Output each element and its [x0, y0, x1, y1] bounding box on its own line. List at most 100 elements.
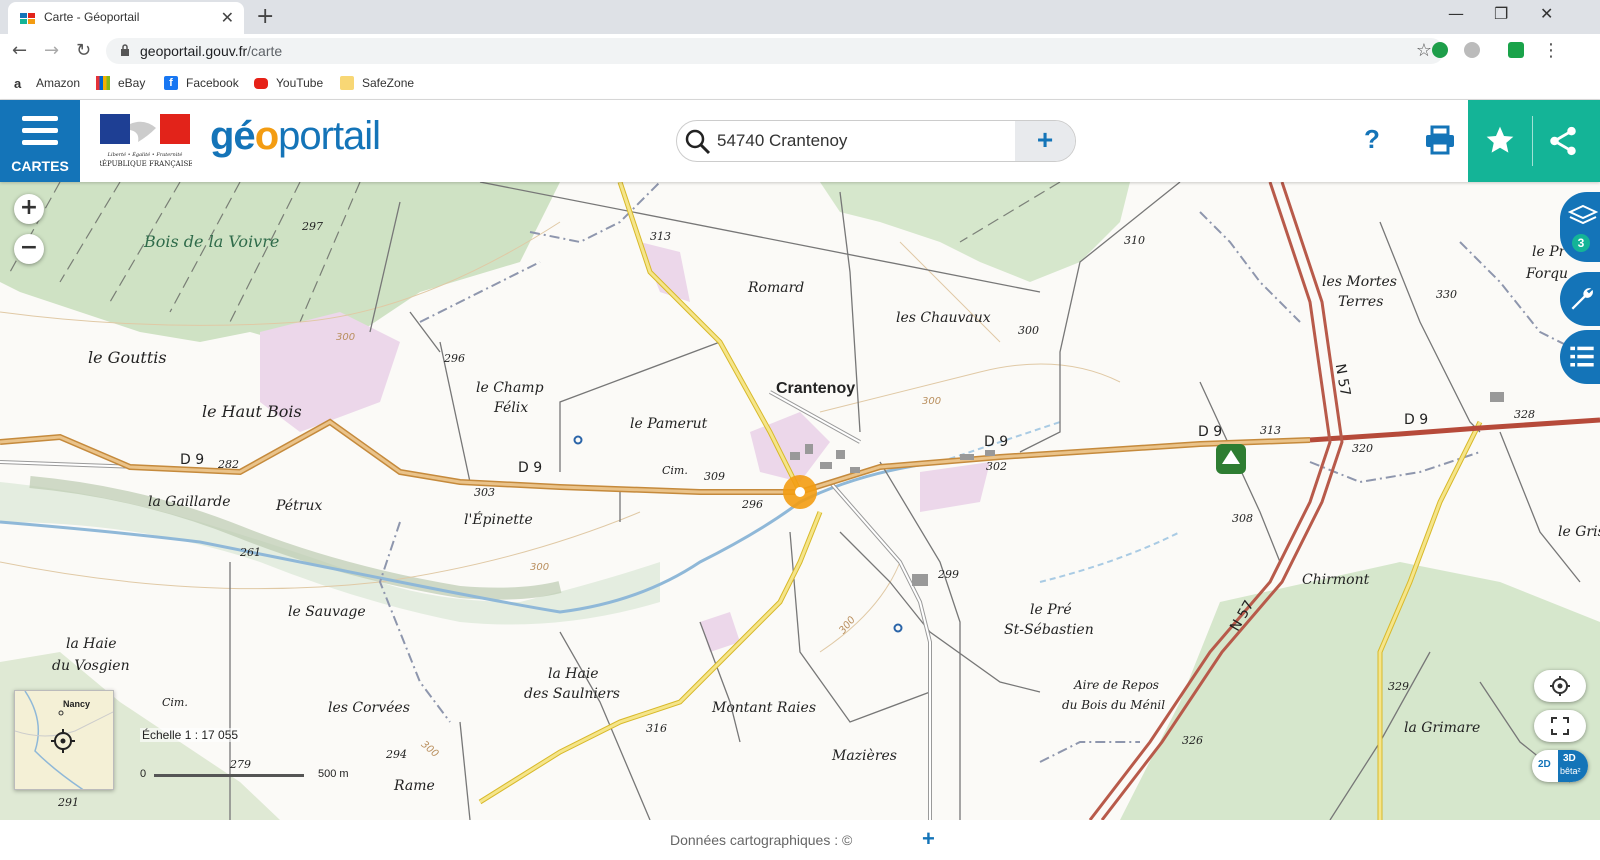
search-input[interactable]	[717, 129, 997, 153]
credits-expand-button[interactable]: +	[922, 826, 935, 852]
new-tab-button[interactable]: +	[256, 4, 274, 29]
place-label: les Chauvaux	[896, 310, 991, 326]
cartes-label: CARTES	[11, 158, 69, 174]
share-icon[interactable]	[1546, 124, 1580, 158]
elevation-label: 302	[986, 460, 1007, 473]
mode-3d-label: 3D	[1563, 753, 1576, 764]
scale-line	[154, 774, 304, 777]
credits-text: Données cartographiques : ©	[670, 832, 853, 848]
forest-area	[820, 182, 1130, 282]
favorites-share-panel	[1468, 100, 1600, 182]
bookmark-safezone[interactable]: SafeZone	[340, 76, 414, 90]
road-label: D 9	[1198, 424, 1223, 440]
place-label: Aire de Repos	[1074, 678, 1159, 692]
overview-minimap[interactable]: Nancy	[14, 690, 114, 790]
bookmark-facebook[interactable]: f Facebook	[164, 76, 239, 90]
republique-francaise-logo: Liberté • Égalité • Fraternité RÉPUBLIQU…	[100, 114, 192, 168]
place-label: l'Épinette	[464, 512, 533, 528]
bookmark-amazon[interactable]: a Amazon	[14, 76, 81, 91]
map-canvas[interactable]: Bois de la Voivre le Gouttis le Haut Boi…	[0, 182, 1600, 820]
elevation-label: 291	[58, 796, 79, 809]
bookmark-label: Facebook	[186, 76, 239, 90]
footer: Données cartographiques : © +	[0, 820, 1600, 860]
help-button[interactable]: ?	[1364, 124, 1380, 155]
bookmark-label: SafeZone	[362, 76, 415, 90]
youtube-icon	[254, 77, 268, 89]
zoom-out-button[interactable]: −	[14, 234, 44, 264]
amazon-icon: a	[14, 76, 22, 91]
reload-icon[interactable]: ↻	[76, 40, 91, 61]
address-bar: ← → ↻ geoportail.gouv.fr/carte ☆ ⋮	[0, 34, 1600, 68]
app-header: CARTES Liberté • Égalité • Fraternité RÉ…	[0, 100, 1600, 182]
cartes-menu-button[interactable]: CARTES	[0, 100, 80, 182]
search-box: +	[676, 120, 1076, 162]
urban-area	[920, 462, 990, 512]
folder-icon	[340, 76, 354, 90]
elevation-label: 320	[1352, 442, 1373, 455]
marianne-motto: Liberté • Égalité • Fraternité	[107, 150, 183, 158]
place-label: la Gaillarde	[148, 494, 231, 510]
tab-close-icon[interactable]: ✕	[221, 8, 234, 28]
minimize-icon[interactable]: —	[1448, 4, 1464, 23]
url-text: geoportail.gouv.fr/carte	[140, 43, 282, 59]
fullscreen-button[interactable]	[1534, 710, 1586, 742]
mode-2d-label[interactable]: 2D	[1538, 759, 1551, 770]
adguard-extension-icon[interactable]	[1432, 42, 1448, 58]
elevation-label: 330	[1436, 288, 1457, 301]
window-close-icon[interactable]: ✕	[1540, 4, 1553, 23]
shield-extension-icon[interactable]	[1508, 42, 1524, 58]
zoom-in-button[interactable]: +	[14, 194, 44, 224]
geolocate-button[interactable]	[1534, 670, 1586, 702]
place-label: des Saulniers	[524, 686, 620, 702]
geoportail-favicon	[20, 13, 35, 24]
bookmark-star-icon[interactable]: ☆	[1416, 40, 1432, 61]
back-icon[interactable]: ←	[12, 40, 27, 61]
cemetery-label: Cim.	[662, 464, 688, 477]
place-label: Terres	[1338, 294, 1384, 310]
view-mode-toggle[interactable]: 2D 3D bêta²	[1532, 750, 1588, 782]
header-divider	[1532, 116, 1533, 166]
search-options-button[interactable]: +	[1015, 121, 1075, 161]
url-field[interactable]: geoportail.gouv.fr/carte ☆	[106, 38, 1444, 64]
place-label: Pétrux	[276, 498, 323, 514]
layers-count-badge: 3	[1572, 234, 1590, 252]
scale-ratio-label: Échelle 1 : 17 055	[140, 728, 241, 742]
bookmark-ebay[interactable]: eBay	[96, 76, 145, 90]
place-label: la Grimare	[1404, 720, 1481, 736]
place-label: Félix	[494, 400, 529, 416]
bookmark-label: Amazon	[36, 76, 81, 90]
road-label: D 9	[1404, 412, 1429, 428]
bookmarks-bar: a Amazon eBay f Facebook YouTube SafeZon…	[0, 68, 1600, 100]
elevation-label: 328	[1514, 408, 1535, 421]
browser-tab[interactable]: Carte - Géoportail ✕	[8, 2, 244, 34]
forward-icon[interactable]: →	[44, 40, 59, 61]
place-label: Rame	[394, 778, 435, 794]
browser-menu-icon[interactable]: ⋮	[1542, 40, 1560, 61]
place-label: la Haie	[66, 636, 117, 652]
print-icon[interactable]	[1424, 124, 1456, 156]
logo-part-3: portail	[278, 114, 381, 158]
place-label: Romard	[748, 280, 805, 296]
scale-end-label: 500 m	[318, 768, 349, 780]
elevation-label: 303	[474, 486, 495, 499]
place-label: les Mortes	[1322, 274, 1397, 290]
elevation-label: 296	[444, 352, 465, 365]
star-icon[interactable]	[1484, 124, 1516, 156]
geoportail-logo[interactable]: géoportail	[210, 114, 381, 159]
bookmark-youtube[interactable]: YouTube	[254, 76, 323, 90]
place-label: Forqu	[1526, 266, 1569, 282]
place-label: le Pré	[1030, 602, 1072, 618]
mode-beta-label: bêta²	[1560, 766, 1581, 776]
maximize-icon[interactable]: ❐	[1494, 4, 1508, 23]
place-label: le Haut Bois	[202, 402, 302, 421]
lock-icon	[121, 44, 129, 56]
fullscreen-icon	[1551, 717, 1569, 735]
search-icon[interactable]	[685, 129, 711, 155]
logo-part-2: o	[254, 114, 279, 158]
elevation-label: 300	[1018, 324, 1039, 337]
stream	[1039, 531, 1181, 583]
layers-tab[interactable]: 3	[1560, 192, 1600, 262]
cloud-extension-icon[interactable]	[1464, 42, 1480, 58]
contour-label: 300	[336, 332, 356, 343]
bookmark-label: eBay	[118, 76, 146, 90]
